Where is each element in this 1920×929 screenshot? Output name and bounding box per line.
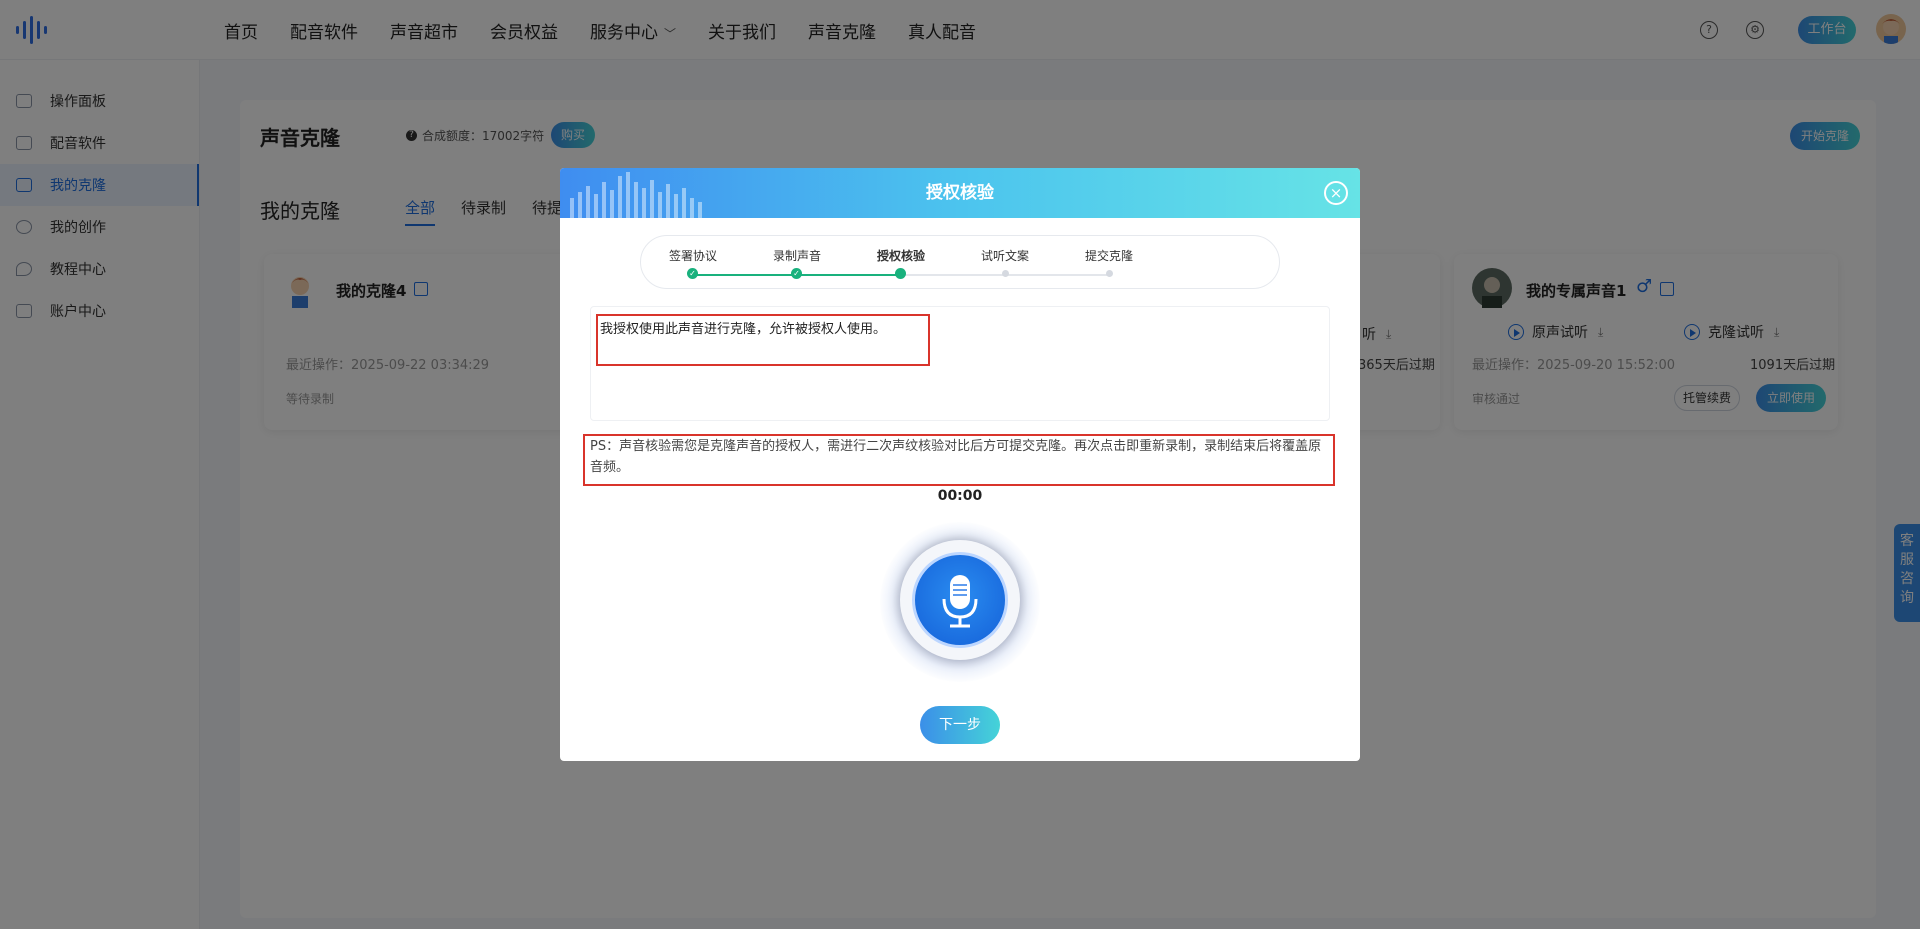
modal-title: 授权核验 [926,183,994,203]
check-icon: ✓ [687,268,698,279]
record-timer: 00:00 [937,488,983,504]
auth-verify-modal: 授权核验 × 签署协议 录制声音 授权核验 试听文案 提交克隆 ✓ ✓ 我授权使… [560,168,1360,761]
microphone-icon [942,575,978,628]
modal-header: 授权核验 × [560,168,1360,218]
check-icon: ✓ [791,268,802,279]
step-submit-clone: 提交克隆 [1084,249,1133,263]
close-icon[interactable]: × [1324,181,1348,205]
step-record-voice: 录制声音 [772,249,821,263]
pending-step-dot [1106,270,1113,277]
highlight-box [583,434,1335,486]
step-indicator: 签署协议 录制声音 授权核验 试听文案 提交克隆 ✓ ✓ [640,235,1280,289]
current-step-dot [895,268,906,279]
step-auth-verify: 授权核验 [876,249,925,263]
step-listen-script: 试听文案 [980,249,1029,263]
next-step-button[interactable]: 下一步 [920,706,1000,744]
record-button[interactable] [912,552,1008,648]
highlight-box [596,314,930,366]
pending-step-dot [1002,270,1009,277]
step-sign-agreement: 签署协议 [668,249,717,263]
